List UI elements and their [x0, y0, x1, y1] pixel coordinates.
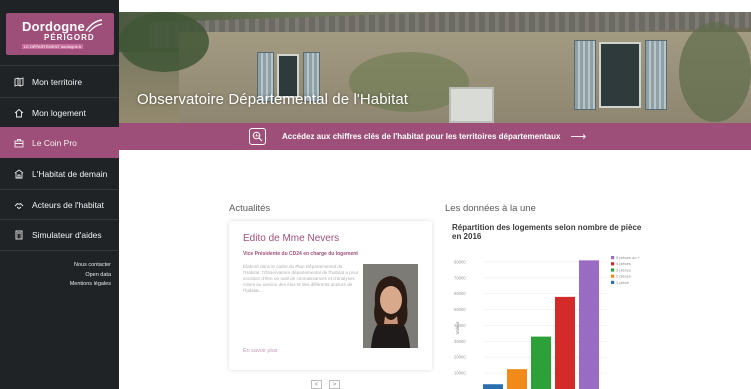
bar-5-pi-ces-ou-: [579, 260, 599, 389]
sidebar-item-le-coin-pro[interactable]: Le Coin Pro: [0, 127, 119, 158]
sidebar-item-mon-territoire[interactable]: Mon territoire: [0, 66, 119, 97]
banner-text: Accédez aux chiffres clés de l'habitat p…: [282, 132, 561, 141]
hero-banner: Observatoire Départemental de l'Habitat: [119, 12, 751, 123]
link-mentions-legales[interactable]: Mentions légales: [70, 280, 111, 290]
pager-next-button[interactable]: >: [329, 380, 340, 389]
legend-swatch: [611, 274, 615, 278]
magnifier-chart-icon: [249, 128, 266, 145]
sidebar-footer-links: Nous contacter Open data Mentions légale…: [70, 261, 111, 290]
logo-line3: LE DÉPARTEMENT dordogne.fr: [22, 44, 84, 49]
sidebar-item-label: Le Coin Pro: [32, 137, 77, 148]
legend-swatch: [611, 268, 615, 272]
sidebar-item-simulateur-aides[interactable]: Simulateur d'aides: [0, 219, 119, 250]
y-tick-label: 20000: [454, 355, 466, 360]
chart-title: Répartition des logements selon nombre d…: [452, 223, 642, 241]
sidebar-item-label: Mon territoire: [32, 76, 83, 87]
legend-label: 2 pièces: [616, 274, 631, 279]
building-icon: [14, 168, 24, 179]
news-card-text: Élaboré dans le cadre du Plan Départemen…: [243, 264, 359, 294]
sidebar-item-label: Acteurs de l'habitat: [32, 199, 105, 210]
sidebar-item-habitat-de-demain[interactable]: L'Habitat de demain: [0, 158, 119, 189]
y-axis-label: Valeur: [455, 321, 460, 334]
legend-label: 4 pièces: [616, 261, 631, 266]
key-figures-banner[interactable]: Accédez aux chiffres clés de l'habitat p…: [119, 123, 751, 150]
bar-3-pi-ces: [531, 336, 551, 389]
logo-line2: PÉRIGORD: [44, 33, 95, 42]
news-section-title: Actualités: [229, 203, 271, 214]
link-open-data[interactable]: Open data: [70, 271, 111, 281]
data-section-title: Les données à la une: [445, 203, 536, 214]
home-icon: [14, 108, 24, 118]
link-contact[interactable]: Nous contacter: [70, 261, 111, 271]
legend-swatch: [611, 280, 615, 284]
legend-swatch: [611, 256, 615, 260]
news-card-title[interactable]: Edito de Mme Nevers: [243, 233, 339, 244]
legend-label: 1 pièce: [616, 280, 630, 285]
sidebar-item-mon-logement[interactable]: Mon logement: [0, 97, 119, 128]
bar-1-pi-ce: [483, 384, 503, 389]
sidebar-item-label: Simulateur d'aides: [32, 229, 102, 240]
news-card-subtitle: Vice Présidente du CD24 en charge du log…: [243, 251, 358, 257]
legend-label: 5 pièces ou +: [616, 255, 641, 260]
housing-rooms-bar-chart: 1000020000300004000050000600007000080000…: [454, 255, 641, 389]
bar-2-pi-ces: [507, 369, 527, 389]
pager-prev-button[interactable]: <: [311, 380, 322, 389]
logo-swoosh-icon: [85, 19, 103, 33]
y-tick-label: 70000: [454, 275, 466, 280]
y-tick-label: 30000: [454, 339, 466, 344]
hero-title: Observatoire Départemental de l'Habitat: [137, 91, 409, 108]
bar-4-pi-ces: [555, 296, 575, 389]
y-tick-label: 60000: [454, 291, 466, 296]
sidebar-item-label: Mon logement: [32, 107, 86, 118]
map-icon: [14, 76, 24, 87]
read-more-link[interactable]: En savoir plus: [243, 348, 278, 354]
sidebar: Dordogne PÉRIGORD LE DÉPARTEMENT dordogn…: [0, 0, 119, 389]
y-tick-label: 80000: [454, 259, 466, 264]
handshake-icon: [14, 200, 24, 210]
briefcase-icon: [14, 138, 24, 148]
dordogne-logo[interactable]: Dordogne PÉRIGORD LE DÉPARTEMENT dordogn…: [6, 13, 114, 55]
arrow-right-icon: ⟶: [570, 131, 587, 143]
y-tick-label: 10000: [454, 371, 466, 376]
news-card[interactable]: Edito de Mme Nevers Vice Présidente du C…: [229, 221, 432, 370]
portrait-photo: [363, 264, 418, 348]
logo-line1: Dordogne: [22, 19, 85, 34]
calculator-icon: [14, 230, 24, 240]
sidebar-item-label: L'Habitat de demain: [32, 168, 108, 179]
legend-swatch: [611, 262, 615, 266]
legend-label: 3 pièces: [616, 267, 631, 272]
sidebar-item-acteurs-habitat[interactable]: Acteurs de l'habitat: [0, 189, 119, 220]
y-tick-label: 50000: [454, 307, 466, 312]
